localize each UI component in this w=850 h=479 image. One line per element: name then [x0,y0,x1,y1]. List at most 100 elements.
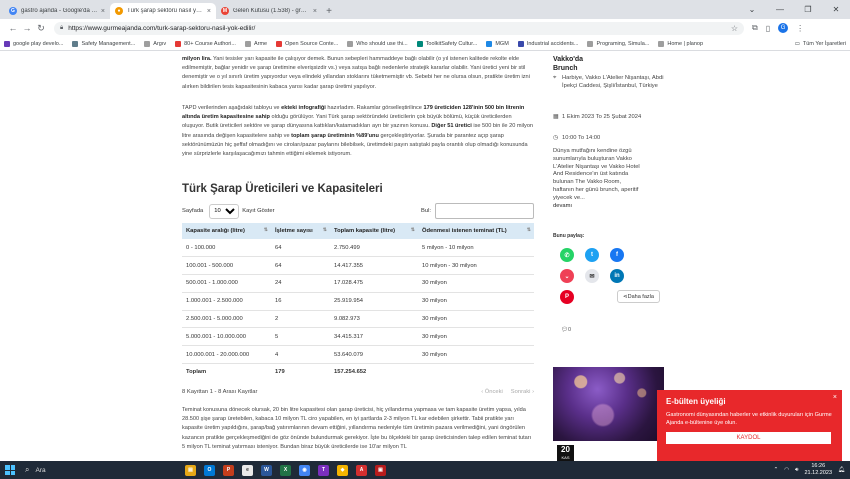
sort-icon: ⇅ [263,227,268,233]
comment-icon: 💬︎ [561,327,568,333]
bookmark[interactable]: Argıv [144,40,166,47]
bookmark-icon [276,40,283,47]
edge-icon[interactable]: e [242,464,253,476]
taskbar-clock[interactable]: 16:26 21.12.2023 [804,463,832,477]
pocket-icon[interactable]: ⌄ [560,269,574,283]
close-icon[interactable]: × [207,8,211,15]
pinterest-icon[interactable]: P [560,290,574,304]
taskbar-search[interactable]: ⌕ Ara [25,465,185,475]
folder-icon: ▭ [794,40,800,47]
table-row: 1.000.001 - 2.500.000 16 25.919.954 30 mily… [182,292,534,311]
sort-icon: ⇅ [526,227,531,233]
extensions-icon[interactable]: ⧉ [752,23,758,33]
maximize-icon[interactable]: ❐ [794,0,822,19]
windows-start-icon[interactable] [5,465,15,475]
lock-icon[interactable]: 🔒︎ [60,25,63,32]
close-icon[interactable]: × [101,8,105,15]
bookmark[interactable]: google play develo... [4,40,63,47]
event-image[interactable] [553,367,664,441]
share-label: Bunu paylaş: [553,233,585,239]
facebook-icon[interactable]: f [610,248,624,262]
table-row: 10.000.001 - 20.000.000 4 53.640.079 30 mil… [182,345,534,365]
powerpoint-icon[interactable]: P [223,464,234,476]
wifi-icon[interactable]: ◠ [784,467,789,473]
bookmark-icon [517,40,524,47]
new-tab-button[interactable]: + [322,3,336,19]
bookmark[interactable]: Who should use thi... [347,40,408,47]
read-more-link[interactable]: devamı [553,203,572,209]
app-icon[interactable]: ◆ [337,464,348,476]
tab-title: Gelen Kutusu (1.538) - grandk [233,8,310,14]
url-text: https://www.gurmeajanda.com/turk-sarap-s… [68,24,256,32]
acrobat-icon[interactable]: A [356,464,367,476]
column-header-guarantee[interactable]: Ödenmesi istenen teminat (TL) ⇅ [418,223,534,239]
tab-title: gastro ajanda - Google'da Ara [21,8,98,14]
forward-icon[interactable]: → [20,23,34,33]
volume-icon[interactable]: 🔊︎ [795,467,798,474]
word-icon[interactable]: W [261,464,272,476]
infographic-link[interactable]: ekteki infografiği [281,105,326,111]
bookmark[interactable]: Safety Management... [72,40,135,47]
bookmark[interactable]: Open Source Conte... [276,40,338,47]
table-controls: Sayfada 10 Kayıt Göster Bul: [182,203,534,219]
email-icon[interactable]: ✉ [585,269,599,283]
bookmark[interactable]: MGM [486,40,509,47]
page-length-select[interactable]: 10 [209,203,240,219]
close-icon[interactable]: × [313,8,317,15]
bookmarks-bar: google play develo... Safety Management.… [0,37,850,51]
table-row: 2.500.001 - 5.000.000 2 9.082.973 30 milyon [182,310,534,329]
tab-article[interactable]: ● Türk şarap sektörü nasıl yok ed × [110,3,216,19]
back-icon[interactable]: ← [6,23,20,33]
table-pagination: 8 Kayıttan 1 - 8 Arası Kayıtlar ‹ Önceki… [182,389,534,395]
reload-icon[interactable]: ↻ [34,23,48,34]
twitter-icon[interactable]: t [585,248,599,262]
clock-icon: ◷ [553,135,559,141]
search-label: Bul: [421,208,431,214]
column-header-count[interactable]: İşletme sayısı ⇅ [271,223,330,239]
event-title[interactable]: Vakko'da Brunch [553,55,583,73]
bookmark-icon [658,40,665,47]
tab-gmail[interactable]: M Gelen Kutusu (1.538) - grandk × [216,3,322,19]
site-icon: ● [115,7,123,15]
close-icon[interactable]: × [833,394,837,401]
outlook-icon[interactable]: O [204,464,215,476]
chevron-up-icon[interactable]: ⌃ [774,467,779,473]
chrome-icon[interactable]: ◉ [299,464,310,476]
google-icon: G [9,7,17,15]
menu-icon[interactable]: ⋮ [796,24,804,33]
calendar-icon: ▦ [553,114,559,120]
page-length-suffix: Kayıt Göster [242,208,275,214]
address-bar[interactable]: 🔒︎ https://www.gurmeajanda.com/turk-sara… [54,21,744,35]
chevron-down-icon[interactable]: ⌄ [738,0,766,19]
column-header-capacity[interactable]: Kapasite aralığı (litre) ⇅ [182,223,271,239]
minimize-icon[interactable]: — [766,0,794,19]
column-header-total[interactable]: Toplam kapasite (litre) ⇅ [330,223,418,239]
comments-count[interactable]: 💬︎0 [561,327,571,333]
tab-google-search[interactable]: G gastro ajanda - Google'da Ara × [4,3,110,19]
bookmark[interactable]: Programing, Simula... [587,40,649,47]
profile-avatar[interactable]: G [778,23,789,33]
all-bookmarks[interactable]: ▭ Tüm Yer İşaretleri [795,41,846,47]
next-page-button[interactable]: Sonraki › [511,389,534,395]
notification-icon[interactable]: 🔔︎ [838,467,845,473]
subscribe-button[interactable]: KAYDOL [666,432,831,445]
app-icon[interactable]: ▣ [375,464,386,476]
file-explorer-icon[interactable]: ▤ [185,464,196,476]
teams-icon[interactable]: T [318,464,329,476]
bookmark[interactable]: Home | planop [658,40,703,47]
bookmark-icon [347,40,354,47]
excel-icon[interactable]: X [280,464,291,476]
bookmark-icon [244,40,251,47]
table-search-input[interactable] [435,203,534,219]
bookmark[interactable]: Industrial accidents... [517,40,578,47]
sidepanel-icon[interactable]: ▯ [766,24,770,33]
bookmark[interactable]: 80+ Course Authori... [175,40,236,47]
close-window-icon[interactable]: ✕ [822,0,850,19]
linkedin-icon[interactable]: in [610,269,624,283]
whatsapp-icon[interactable]: ✆ [560,248,574,262]
bookmark[interactable]: ToolkitSafety Cultur... [416,40,477,47]
prev-page-button[interactable]: ‹ Önceki [481,389,503,395]
bookmark[interactable]: Arme [244,40,267,47]
share-more-button[interactable]: ⋖ Daha fazla [617,290,660,303]
star-icon[interactable]: ☆ [731,24,738,33]
